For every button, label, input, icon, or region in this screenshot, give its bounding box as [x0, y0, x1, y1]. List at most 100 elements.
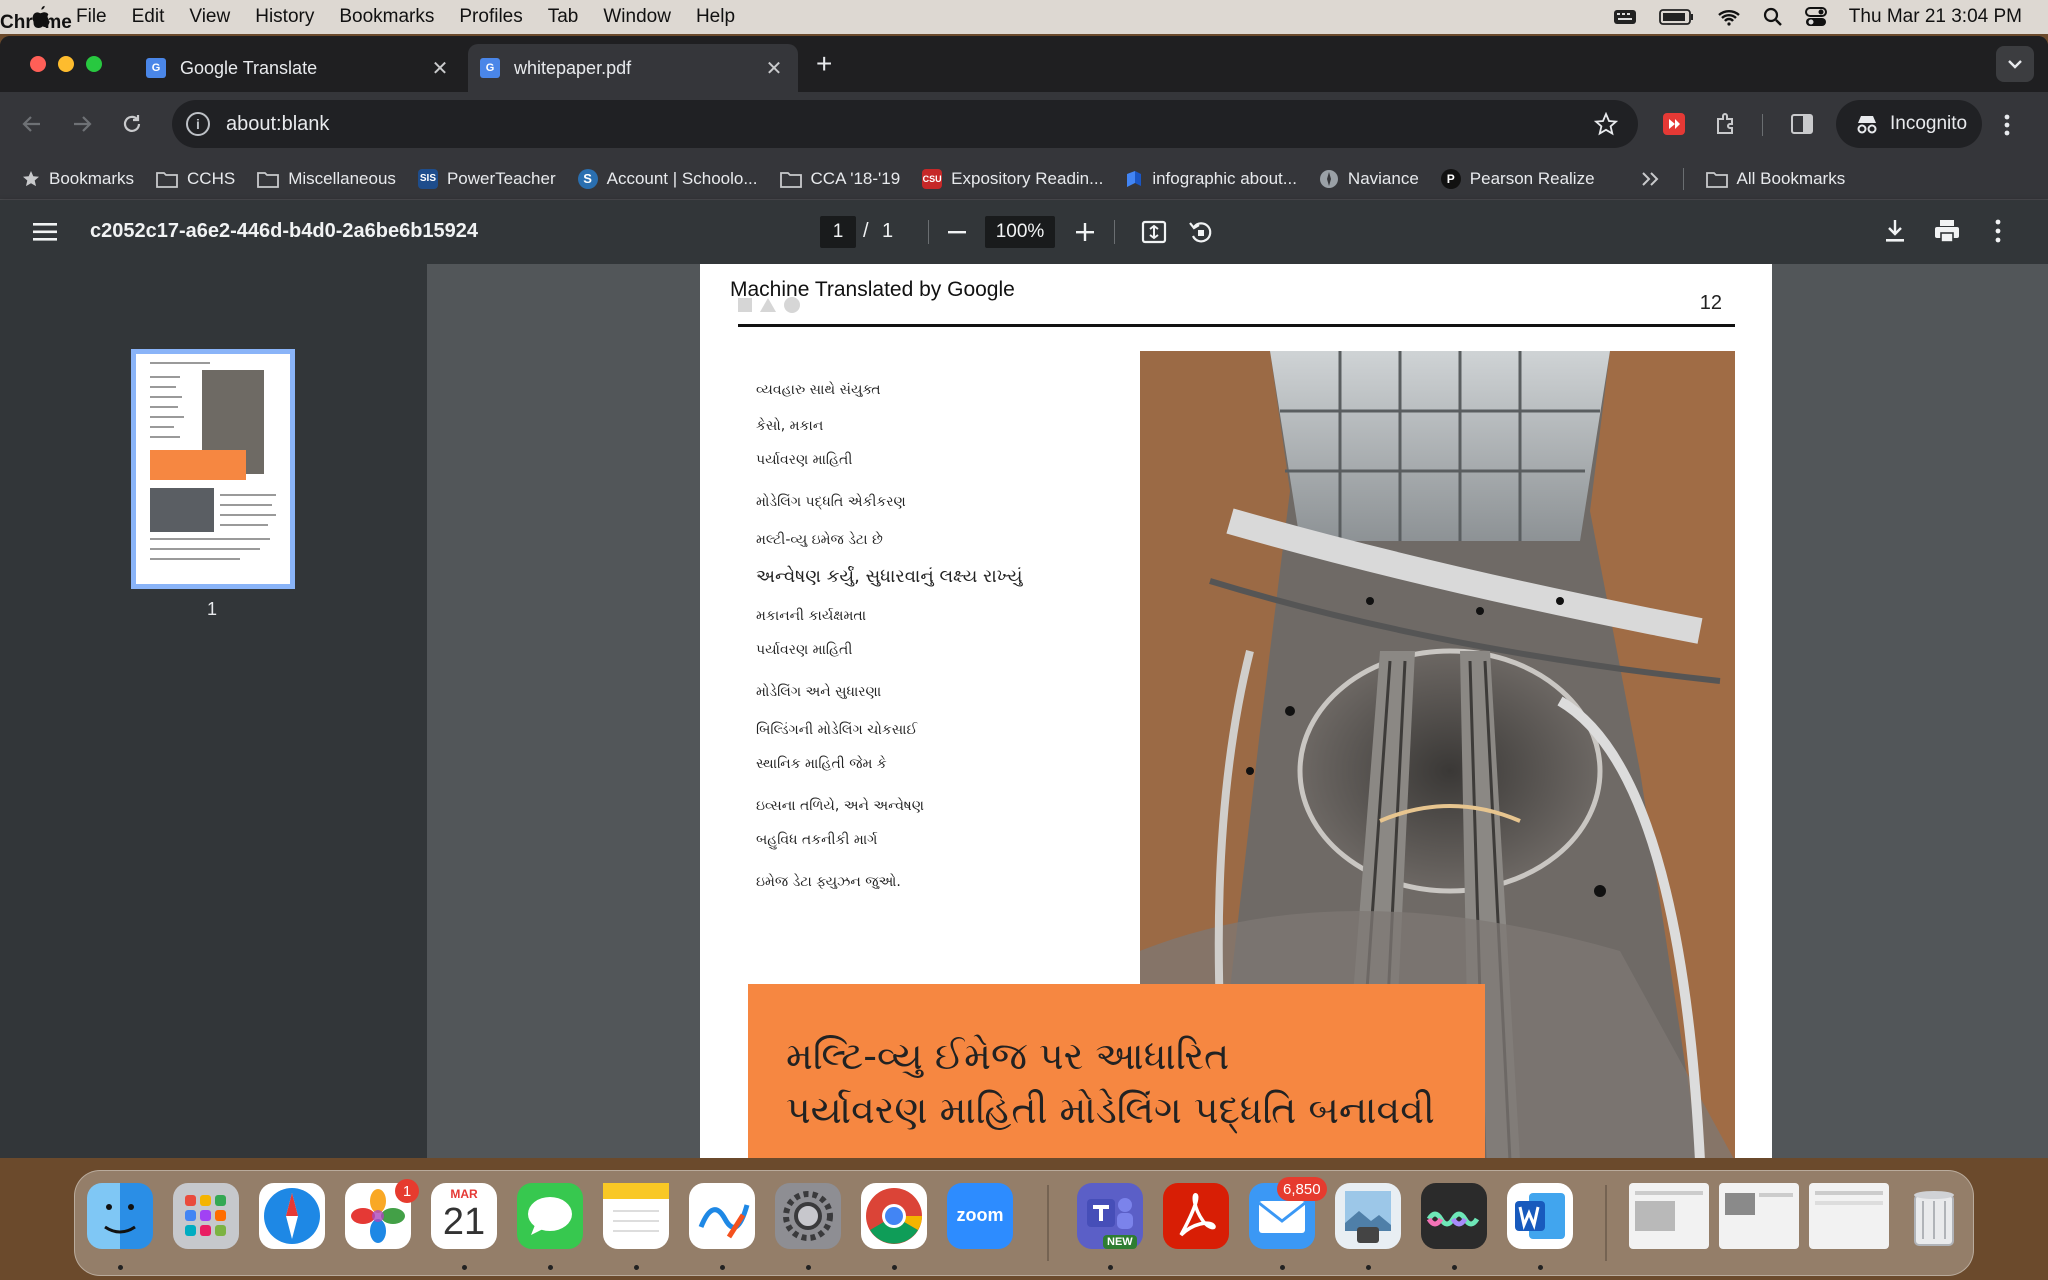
bookmark-naviance[interactable]: Naviance — [1319, 169, 1419, 189]
tab-close-icon[interactable]: ✕ — [430, 56, 450, 81]
messages-app-icon[interactable] — [517, 1183, 583, 1249]
wifi-icon[interactable] — [1717, 8, 1741, 26]
bookmark-powerteacher[interactable]: SIS PowerTeacher — [417, 168, 556, 189]
tab-search-button[interactable] — [1996, 46, 2034, 82]
tab-whitepaper[interactable]: G whitepaper.pdf ✕ — [468, 44, 798, 92]
menu-file[interactable]: File — [76, 6, 107, 28]
google-translate-icon: G — [480, 58, 500, 78]
pdf-thumbnail-sidebar: 1 — [0, 264, 427, 1158]
photos-badge: 1 — [395, 1179, 419, 1203]
bookmark-cchs[interactable]: CCHS — [156, 169, 235, 189]
chrome-app-icon[interactable] — [861, 1183, 927, 1249]
bookmarks-overflow-button[interactable] — [1641, 171, 1659, 187]
zoom-out-icon[interactable] — [947, 218, 967, 246]
thumb-line — [150, 558, 240, 560]
tab-title: whitepaper.pdf — [514, 57, 632, 78]
preview-app-icon[interactable] — [1335, 1183, 1401, 1249]
back-arrow-icon[interactable] — [20, 112, 44, 136]
new-tab-button[interactable]: + — [816, 50, 832, 78]
pdf-viewer[interactable]: Machine Translated by Google 12 વ્યવહારુ… — [427, 264, 2048, 1158]
running-indicator — [1366, 1265, 1371, 1270]
menubar-clock[interactable]: Thu Mar 21 3:04 PM — [1849, 6, 2022, 28]
page-total: 1 — [882, 220, 894, 242]
address-bar-url[interactable]: about:blank — [226, 113, 329, 136]
tab-google-translate[interactable]: G Google Translate ✕ — [134, 44, 464, 92]
menu-help[interactable]: Help — [696, 6, 735, 28]
finder-app-icon[interactable] — [87, 1183, 153, 1249]
toc-line: બિલ્ડિંગની મોડેલિંગ ચોકસાઈ — [756, 722, 918, 738]
menu-edit[interactable]: Edit — [132, 6, 165, 28]
rotate-icon[interactable] — [1187, 218, 1213, 246]
page-number-input[interactable]: 1 — [820, 216, 856, 248]
zoom-app-icon[interactable]: zoom — [947, 1183, 1013, 1249]
incognito-icon — [1857, 116, 1877, 134]
word-app-icon[interactable] — [1507, 1183, 1573, 1249]
calendar-day: 21 — [442, 1201, 486, 1243]
menu-window[interactable]: Window — [603, 6, 671, 28]
safari-app-icon[interactable] — [259, 1183, 325, 1249]
teams-app-icon[interactable]: NEW — [1077, 1183, 1143, 1249]
folder-icon — [156, 171, 178, 188]
wunderbucket-app-icon[interactable] — [1421, 1183, 1487, 1249]
acrobat-app-icon[interactable] — [1163, 1183, 1229, 1249]
incognito-profile-button[interactable]: Incognito — [1836, 100, 1982, 148]
trash-icon[interactable] — [1901, 1183, 1967, 1249]
bookmark-miscellaneous[interactable]: Miscellaneous — [257, 169, 396, 189]
pdf-page: Machine Translated by Google 12 વ્યવહારુ… — [700, 264, 1772, 1158]
address-bar[interactable]: i about:blank — [172, 100, 1638, 148]
menu-bookmarks[interactable]: Bookmarks — [339, 6, 434, 28]
keyboard-icon[interactable] — [1613, 8, 1637, 26]
running-indicator — [634, 1265, 639, 1270]
download-icon[interactable] — [1884, 218, 1906, 244]
forward-arrow-icon[interactable] — [70, 112, 94, 136]
window-close-button[interactable] — [30, 56, 46, 72]
menu-tab[interactable]: Tab — [548, 6, 579, 28]
hamburger-menu-icon[interactable] — [33, 222, 57, 242]
bookmark-bookmarks[interactable]: Bookmarks — [22, 169, 134, 189]
tab-close-icon[interactable]: ✕ — [764, 56, 784, 81]
chrome-menu-icon[interactable] — [2004, 114, 2010, 136]
bookmark-expository[interactable]: CSU Expository Readin... — [922, 168, 1103, 189]
site-info-icon[interactable]: i — [186, 112, 210, 136]
zoom-level-input[interactable]: 100% — [985, 216, 1055, 248]
extension-red-icon[interactable] — [1662, 112, 1686, 136]
bookmark-pearson[interactable]: P Pearson Realize — [1440, 168, 1595, 189]
window-minimize-button[interactable] — [58, 56, 74, 72]
bookmark-infographic[interactable]: infographic about... — [1125, 169, 1297, 189]
fit-to-page-icon[interactable] — [1141, 218, 1167, 246]
bookmark-cca[interactable]: CCA '18-'19 — [779, 169, 900, 189]
menu-view[interactable]: View — [189, 6, 230, 28]
calendar-app-icon[interactable]: MAR 21 — [431, 1183, 497, 1249]
bookmark-star-icon[interactable] — [1594, 112, 1618, 136]
thumb-line — [220, 514, 276, 516]
csu-icon: CSU — [922, 168, 943, 189]
spotlight-search-icon[interactable] — [1763, 7, 1783, 27]
folder-icon — [1705, 171, 1728, 188]
side-panel-icon[interactable] — [1790, 112, 1814, 136]
pdf-more-options-icon[interactable] — [1995, 218, 2001, 244]
toc-line: મોડેલિંગ પદ્ધતિ એકીકરણ — [756, 494, 906, 510]
print-icon[interactable] — [1934, 218, 1960, 244]
zoom-in-icon[interactable] — [1075, 218, 1095, 246]
window-zoom-button[interactable] — [86, 56, 102, 72]
thumb-banner — [150, 450, 246, 480]
all-bookmarks-button[interactable]: All Bookmarks — [1705, 169, 1845, 189]
page-thumbnail[interactable] — [131, 349, 295, 589]
bookmark-schoology[interactable]: S Account | Schoolo... — [577, 168, 758, 189]
recent-window-preview[interactable] — [1629, 1183, 1709, 1249]
launchpad-app-icon[interactable] — [173, 1183, 239, 1249]
title-banner: મલ્ટિ-વ્યુ ઈમેજ પર આધારિત પર્યાવરણ માહિત… — [748, 984, 1485, 1158]
extensions-puzzle-icon[interactable] — [1714, 112, 1738, 136]
battery-icon[interactable] — [1658, 8, 1695, 26]
freeform-app-icon[interactable] — [689, 1183, 755, 1249]
recent-window-preview[interactable] — [1719, 1183, 1799, 1249]
menu-history[interactable]: History — [255, 6, 314, 28]
header-rule — [738, 324, 1735, 327]
reload-icon[interactable] — [120, 112, 144, 136]
notes-app-icon[interactable] — [603, 1183, 669, 1249]
menu-profiles[interactable]: Profiles — [459, 6, 522, 28]
system-settings-app-icon[interactable] — [775, 1183, 841, 1249]
control-center-icon[interactable] — [1804, 7, 1827, 27]
macos-dock: 1 MAR 21 zoom NEW 6,850 — [74, 1170, 1974, 1276]
recent-window-preview[interactable] — [1809, 1183, 1889, 1249]
